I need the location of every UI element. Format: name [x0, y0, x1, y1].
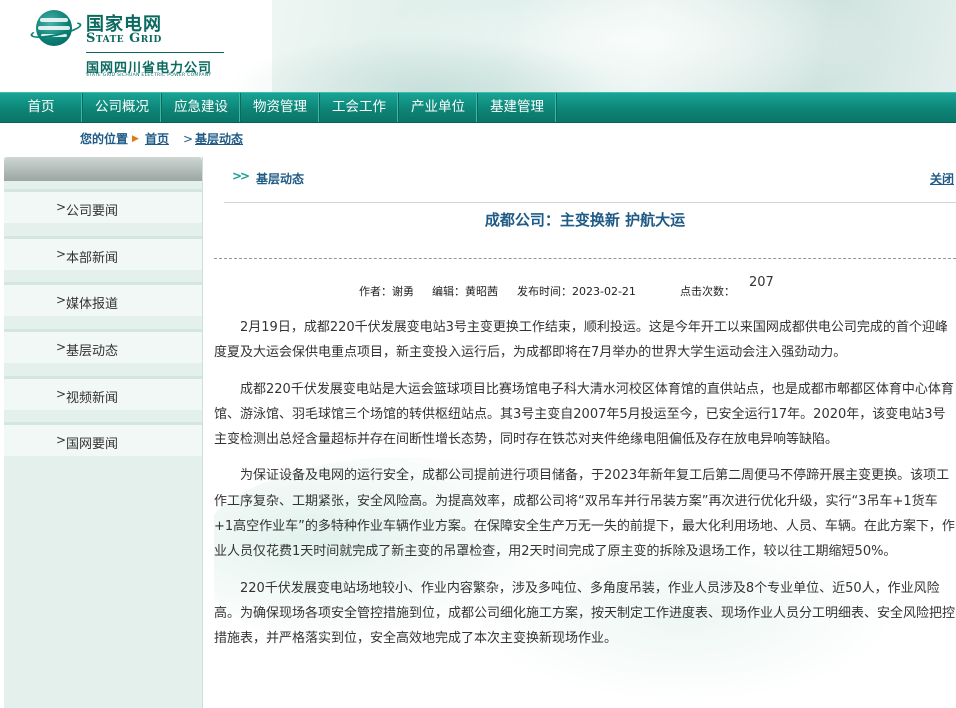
article-title: 成都公司：主变换新 护航大运 — [484, 211, 686, 229]
sidebar-item-label: 基层动态 — [66, 344, 119, 359]
main-nav: 首页 公司概况 应急建设 物资管理 工会工作 产业单位 基建管理 — [0, 92, 956, 123]
site-header: 国家电网 State Grid 国网四川省电力公司 STATE GRID SIC… — [0, 0, 956, 92]
section-title: 基层动态 — [256, 172, 305, 186]
header-banner-image — [212, 0, 956, 92]
logo-title-en: State Grid — [86, 31, 162, 46]
sidebar-item-label: 视频新闻 — [66, 391, 119, 406]
nav-item-company-overview[interactable]: 公司概况 — [83, 93, 162, 122]
chevron-right-icon: > — [56, 340, 67, 354]
nav-item-home[interactable]: 首页 — [0, 93, 83, 122]
close-link[interactable]: 关闭 — [930, 170, 954, 187]
sidebar-item-label: 媒体报道 — [66, 297, 119, 312]
title-divider — [224, 202, 956, 203]
article-paragraph: 2月19日，成都220千伏发展变电站3号主变更换工作结束，顺利投运。这是今年开工… — [214, 320, 948, 361]
sidebar: > 公司要闻 > 本部新闻 > 媒体报道 > 基层动态 > 视频新闻 > 国网要… — [4, 157, 203, 708]
chevron-right-icon: > — [56, 247, 67, 261]
sidebar-item-label: 国网要闻 — [66, 437, 119, 452]
article-panel: >> 基层动态 关闭 成都公司：主变换新 护航大运 作者：谢勇 编辑：黄昭茜 发… — [214, 157, 956, 708]
nav-item-construction[interactable]: 基建管理 — [478, 93, 557, 122]
article-editor: 编辑：黄昭茜 — [432, 285, 498, 298]
views-label: 点击次数： — [680, 285, 735, 298]
chevron-right-icon: > — [56, 433, 67, 447]
nav-item-materials[interactable]: 物资管理 — [241, 93, 320, 122]
article-paragraph: 成都220千伏发展变电站是大运会篮球项目比赛场馆电子科大清水河校区体育馆的直供站… — [214, 381, 954, 448]
sidebar-item-media[interactable]: > 媒体报道 — [4, 282, 202, 316]
double-chevron-icon: >> — [232, 169, 250, 183]
chevron-right-icon: > — [56, 293, 67, 307]
logo-divider — [86, 52, 224, 53]
sidebar-item-company-news[interactable]: > 公司要闻 — [4, 189, 202, 223]
section-header: >> 基层动态 关闭 — [214, 157, 956, 197]
article-body: 2月19日，成都220千伏发展变电站3号主变更换工作结束，顺利投运。这是今年开工… — [214, 315, 956, 663]
nav-item-emergency[interactable]: 应急建设 — [162, 93, 241, 122]
sidebar-item-label: 公司要闻 — [66, 204, 119, 219]
sidebar-item-label: 本部新闻 — [66, 251, 119, 266]
breadcrumb-current-link[interactable]: 基层动态 — [195, 130, 243, 147]
sidebar-item-video-news[interactable]: > 视频新闻 — [4, 376, 202, 410]
article-publish-date: 发布时间：2023-02-21 — [517, 285, 636, 298]
breadcrumb-home-link[interactable]: 首页 — [145, 130, 169, 147]
sidebar-header — [4, 157, 202, 181]
nav-item-industry[interactable]: 产业单位 — [399, 93, 478, 122]
breadcrumb-separator: > — [182, 131, 194, 146]
breadcrumb-label: 您的位置 — [80, 132, 129, 146]
triangle-right-icon: ▶ — [132, 133, 139, 144]
article-paragraph: 为保证设备及电网的运行安全，成都公司提前进行项目储备，于2023年新年复工后第二… — [214, 468, 955, 560]
article-paragraph: 220千伏发展变电站场地较小、作业内容繁杂，涉及多吨位、多角度吊装，作业人员涉及… — [214, 580, 956, 647]
company-name-en: STATE GRID SICHUAN ELECTRIC POWER COMPAN… — [86, 73, 212, 78]
article-author: 作者：谢勇 — [359, 285, 414, 298]
sidebar-item-sgcc-news[interactable]: > 国网要闻 — [4, 422, 202, 456]
chevron-right-icon: > — [56, 200, 67, 214]
nav-item-union[interactable]: 工会工作 — [320, 93, 399, 122]
views-count: 207 — [749, 275, 774, 290]
sidebar-item-hq-news[interactable]: > 本部新闻 — [4, 236, 202, 270]
breadcrumb: 您的位置 ▶ 首页 > 基层动态 — [80, 130, 243, 147]
chevron-right-icon: > — [56, 387, 67, 401]
sidebar-item-grassroots[interactable]: > 基层动态 — [4, 329, 202, 363]
state-grid-logo-icon — [29, 10, 83, 46]
dashed-divider — [214, 258, 956, 259]
